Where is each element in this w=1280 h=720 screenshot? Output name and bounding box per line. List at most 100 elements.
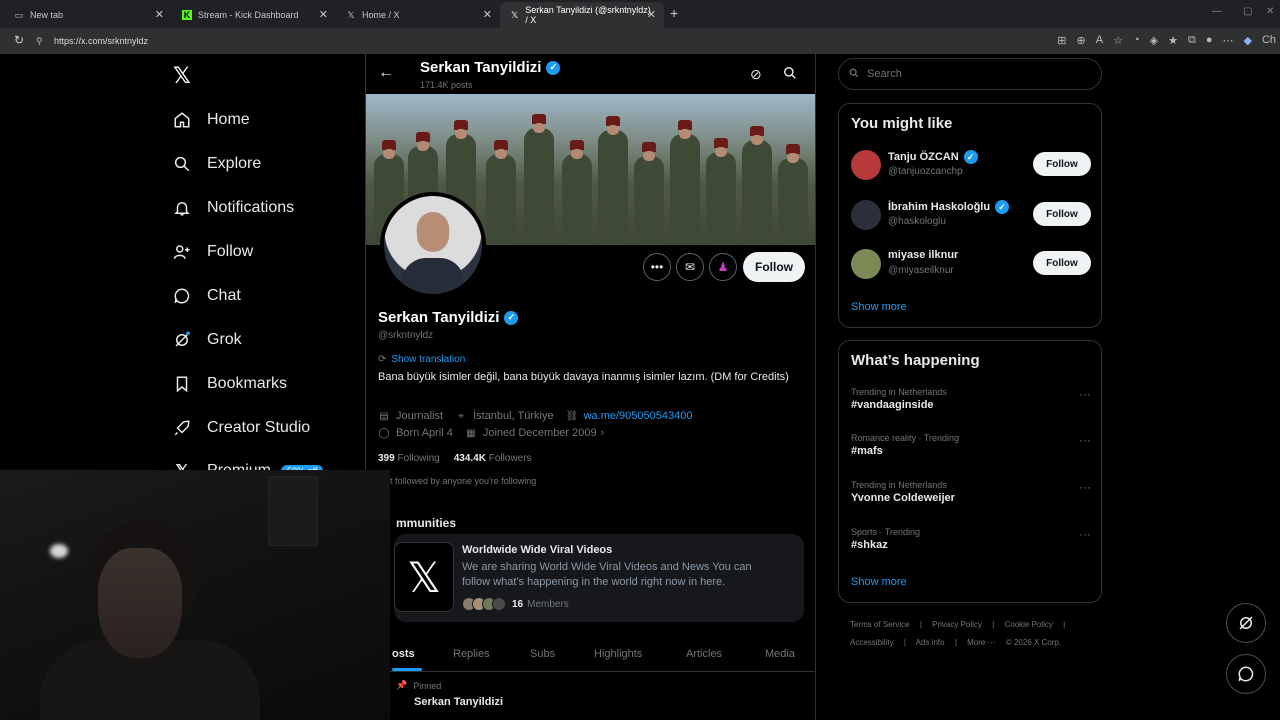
tab-replies[interactable]: Replies	[453, 648, 490, 660]
profile-avatar[interactable]: ●	[1206, 34, 1213, 47]
avatar[interactable]	[851, 249, 881, 279]
grok-icon	[172, 330, 192, 350]
grok-icon[interactable]: ⊘	[750, 66, 762, 83]
profile-chip[interactable]: Ch	[1262, 34, 1276, 47]
follow-button[interactable]: Follow	[1033, 251, 1091, 275]
trend-title: #shkaz	[851, 539, 888, 551]
suggestion-name-text: İbrahim Haskoloğlu	[888, 201, 991, 213]
chat-fab[interactable]	[1226, 654, 1266, 694]
community-card[interactable]: 𝕏 Worldwide Wide Viral Videos We are sha…	[394, 534, 804, 622]
apps-icon[interactable]: ⊞	[1057, 34, 1066, 47]
more-icon[interactable]: ···	[1079, 433, 1091, 447]
message-icon[interactable]: ✉	[676, 253, 704, 281]
address-bar: ↻ ⚲ https://x.com/srkntnyldz ⊞ ⊕ A ☆ ◔ ◈…	[0, 28, 1280, 54]
trend-item[interactable]: Trending in Netherlands #vandaaginside ·…	[851, 387, 1091, 411]
window-close-icon[interactable]: ✕	[1266, 6, 1274, 17]
footer-separator: |	[919, 620, 922, 629]
tab-subs[interactable]: Subs	[530, 648, 555, 660]
nav-notifications[interactable]: Notifications	[172, 193, 294, 223]
search-input[interactable]: Search	[838, 58, 1102, 90]
following-label: Following	[397, 453, 440, 464]
profile-link[interactable]: wa.me/905050543400	[584, 410, 693, 422]
minimize-icon[interactable]: —	[1212, 6, 1222, 17]
back-arrow-icon[interactable]: ←	[378, 64, 394, 82]
nav-chat[interactable]: Chat	[172, 281, 241, 311]
x-logo[interactable]: 𝕏	[173, 64, 191, 89]
suggestion-name-text: Tanju ÖZCAN	[888, 151, 959, 163]
follow-button[interactable]: Follow	[743, 252, 805, 282]
extension-icon[interactable]: ◔	[1133, 34, 1140, 47]
footer-link[interactable]: Accessibility	[850, 638, 894, 647]
more-options-button[interactable]: •••	[643, 253, 671, 281]
nav-bookmarks[interactable]: Bookmarks	[172, 369, 287, 399]
avatar[interactable]	[851, 150, 881, 180]
tab-posts[interactable]: osts	[392, 648, 415, 660]
tab-articles[interactable]: Articles	[686, 648, 722, 660]
more-icon[interactable]: ···	[1079, 387, 1091, 401]
suggestion-handle: @haskologlu	[888, 216, 946, 227]
close-icon[interactable]: ✕	[319, 8, 328, 21]
site-info-icon[interactable]: ⚲	[36, 36, 48, 47]
suggestion-item[interactable]: İbrahim Haskoloğlu ✓ @haskologlu Follow	[851, 197, 1091, 233]
follow-button[interactable]: Follow	[1033, 152, 1091, 176]
profile-location: İstanbul, Türkiye	[473, 410, 554, 422]
nav-grok[interactable]: Grok	[172, 325, 242, 355]
reload-icon[interactable]: ↻	[14, 33, 24, 47]
profile-avatar[interactable]	[380, 192, 486, 298]
following-stat[interactable]: 399 Following	[378, 453, 440, 464]
more-icon[interactable]: ⋯	[1222, 34, 1233, 47]
search-icon[interactable]	[783, 66, 797, 83]
followers-stat[interactable]: 434.4K Followers	[454, 453, 532, 464]
banner-figure	[634, 142, 664, 245]
close-icon[interactable]: ✕	[647, 8, 656, 21]
footer-link[interactable]: Terms of Service	[850, 620, 910, 629]
trend-meta: Trending in Netherlands	[851, 387, 947, 397]
tweet-author[interactable]: Serkan Tanyildizi	[414, 696, 503, 708]
grok-fab[interactable]	[1226, 603, 1266, 643]
tab-media[interactable]: Media	[765, 648, 795, 660]
footer-links-row-1: Terms of Service | Privacy Policy | Cook…	[850, 620, 1090, 629]
suggestion-item[interactable]: miyase ilknur @miyaseilknur Follow	[851, 246, 1091, 282]
nav-explore[interactable]: Explore	[172, 149, 261, 179]
close-icon[interactable]: ✕	[155, 8, 164, 21]
url-field[interactable]: ⚲ https://x.com/srkntnyldz	[36, 32, 1036, 50]
show-more-link[interactable]: Show more	[851, 301, 907, 313]
avatar[interactable]	[851, 200, 881, 230]
zoom-icon[interactable]: ⊕	[1077, 34, 1086, 47]
who-to-follow-panel: You might like Tanju ÖZCAN ✓ @tanjuozcanc…	[838, 103, 1102, 328]
nav-home[interactable]: Home	[172, 105, 250, 135]
follow-button[interactable]: Follow	[1033, 202, 1091, 226]
browser-tab-new[interactable]: ▭ New tab ✕	[4, 2, 172, 28]
trend-item[interactable]: Romance reality · Trending #mafs ···	[851, 433, 1091, 457]
shield-icon[interactable]: ◈	[1150, 34, 1158, 47]
chat-icon	[172, 286, 192, 306]
footer-link[interactable]: More ···	[967, 638, 995, 647]
new-tab-button[interactable]: +	[670, 5, 678, 21]
suggestion-item[interactable]: Tanju ÖZCAN ✓ @tanjuozcanchp Follow	[851, 147, 1091, 183]
collections-icon[interactable]: ⧉	[1188, 34, 1196, 47]
favorite-icon[interactable]: ☆	[1113, 34, 1123, 47]
subscribe-icon[interactable]: ♟	[709, 253, 737, 281]
show-more-link[interactable]: Show more	[851, 576, 907, 588]
show-translation-link[interactable]: ⟳ Show translation	[378, 354, 465, 365]
footer-link[interactable]: Cookie Policy	[1004, 620, 1052, 629]
more-icon[interactable]: ···	[1079, 480, 1091, 494]
copilot-icon[interactable]: ◆	[1243, 34, 1251, 47]
read-aloud-icon[interactable]: A	[1096, 34, 1103, 47]
nav-creator-studio[interactable]: Creator Studio	[172, 413, 310, 443]
maximize-icon[interactable]: ▢	[1243, 6, 1252, 17]
favorites-icon[interactable]: ★	[1168, 34, 1178, 47]
browser-tab-home[interactable]: 𝕏 Home / X ✕	[336, 2, 500, 28]
browser-tab-kick[interactable]: K Stream - Kick Dashboard ✕	[172, 2, 336, 28]
trend-item[interactable]: Sports · Trending #shkaz ···	[851, 527, 1091, 551]
verified-icon: ✓	[963, 150, 978, 164]
footer-link[interactable]: Privacy Policy	[932, 620, 982, 629]
tab-highlights[interactable]: Highlights	[594, 648, 642, 660]
close-icon[interactable]: ✕	[483, 8, 492, 21]
footer-link[interactable]: Ads info	[916, 638, 945, 647]
profile-joined[interactable]: Joined December 2009	[483, 427, 597, 439]
more-icon[interactable]: ···	[1079, 527, 1091, 541]
trend-item[interactable]: Trending in Netherlands Yvonne Coldeweij…	[851, 480, 1091, 504]
browser-tab-profile[interactable]: 𝕏 Serkan Tanyildizi (@srkntnyldz) / X ✕	[500, 2, 664, 28]
nav-follow[interactable]: Follow	[172, 237, 253, 267]
